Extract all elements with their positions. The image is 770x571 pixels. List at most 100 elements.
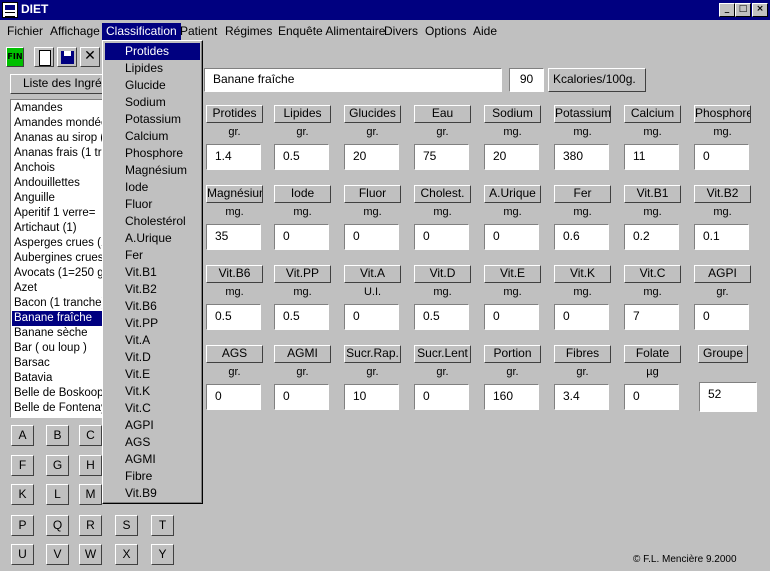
menu-classification[interactable]: Classification [102, 23, 181, 40]
list-item[interactable]: Andouillettes [12, 176, 104, 191]
delete-icon[interactable]: ✕ [80, 47, 100, 67]
nutrient-value-field[interactable]: 7 [624, 304, 679, 330]
nutrient-value-field[interactable]: 0.5 [274, 144, 329, 170]
classification-item[interactable]: Vit.B6 [105, 298, 200, 315]
letter-button-h[interactable]: H [79, 455, 102, 476]
nutrient-value-field[interactable]: 0 [414, 384, 469, 410]
list-item[interactable]: Belle de Fontenay [12, 401, 104, 416]
list-item[interactable]: Azet [12, 281, 104, 296]
list-item[interactable]: Ananas au sirop ( [12, 131, 104, 146]
classification-item[interactable]: Vit.K [105, 383, 200, 400]
list-item[interactable]: Amandes mondées [12, 116, 104, 131]
nutrient-value-field[interactable]: 20 [484, 144, 539, 170]
menu-patient[interactable]: Patient [176, 23, 221, 40]
list-item[interactable]: Ananas frais (1 tr [12, 146, 104, 161]
nutrient-value-field[interactable]: 3.4 [554, 384, 609, 410]
letter-button-f[interactable]: F [11, 455, 34, 476]
letter-button-q[interactable]: Q [46, 515, 69, 536]
nutrient-value-field[interactable]: 0.1 [694, 224, 749, 250]
nutrient-value-field[interactable]: 0 [694, 144, 749, 170]
save-icon[interactable] [57, 47, 77, 67]
letter-button-x[interactable]: X [115, 544, 138, 565]
nutrient-value-field[interactable]: 75 [414, 144, 469, 170]
nutrient-value-field[interactable]: 0 [414, 224, 469, 250]
classification-item[interactable]: Cholestérol [105, 213, 200, 230]
nutrient-value-field[interactable]: 11 [624, 144, 679, 170]
menu-fichier[interactable]: Fichier [3, 23, 47, 40]
list-item[interactable]: Banane fraîche [12, 311, 104, 326]
nutrient-value-field[interactable]: 20 [344, 144, 399, 170]
letter-button-b[interactable]: B [46, 425, 69, 446]
classification-item[interactable]: A.Urique [105, 230, 200, 247]
list-item[interactable]: Avocats (1=250 g [12, 266, 104, 281]
classification-item[interactable]: Calcium [105, 128, 200, 145]
nutrient-value-field[interactable]: 0 [624, 384, 679, 410]
nutrient-value-field[interactable]: 0.2 [624, 224, 679, 250]
nutrient-value-field[interactable]: 1.4 [206, 144, 261, 170]
nutrient-value-field[interactable]: 380 [554, 144, 609, 170]
nutrient-value-field[interactable]: 0 [554, 304, 609, 330]
nutrient-value-field[interactable]: 0 [274, 384, 329, 410]
nutrient-value-field[interactable]: 0.5 [206, 304, 261, 330]
classification-item[interactable]: Magnésium [105, 162, 200, 179]
nutrient-value-field[interactable]: 52 [699, 382, 757, 412]
letter-button-v[interactable]: V [46, 544, 69, 565]
classification-item[interactable]: Potassium [105, 111, 200, 128]
food-name-field[interactable]: Banane fraîche [204, 68, 502, 92]
classification-item[interactable]: Fer [105, 247, 200, 264]
classification-dropdown[interactable]: Protides Lipides Glucide Sodium Potassium Cal… [102, 40, 203, 504]
nutrient-value-field[interactable]: 0 [484, 224, 539, 250]
classification-item[interactable]: Fluor [105, 196, 200, 213]
nutrient-value-field[interactable]: 10 [344, 384, 399, 410]
classification-item[interactable]: Iode [105, 179, 200, 196]
maximize-button[interactable]: □ [735, 3, 751, 17]
ingredients-list-header[interactable]: Liste des Ingrédients [10, 74, 110, 94]
classification-item[interactable]: Sodium [105, 94, 200, 111]
app-icon[interactable] [2, 2, 18, 18]
minimize-button[interactable]: _ [719, 3, 735, 17]
nutrient-value-field[interactable]: 0.5 [274, 304, 329, 330]
nutrient-value-field[interactable]: 0 [694, 304, 749, 330]
letter-button-k[interactable]: K [11, 484, 34, 505]
menu-aide[interactable]: Aide [469, 23, 501, 40]
list-item[interactable]: Asperges crues (1 [12, 236, 104, 251]
list-item[interactable]: Batavia [12, 371, 104, 386]
letter-button-y[interactable]: Y [151, 544, 174, 565]
classification-item[interactable]: AGPI [105, 417, 200, 434]
classification-item[interactable]: Vit.B9 [105, 485, 200, 502]
kcal-value-field[interactable]: 90 [509, 68, 544, 92]
menu-enquête-alimentaire[interactable]: Enquête Alimentaire [274, 23, 389, 40]
classification-item[interactable]: Phosphore [105, 145, 200, 162]
classification-item[interactable]: Glucide [105, 77, 200, 94]
classification-item[interactable]: AGMI [105, 451, 200, 468]
fin-button[interactable]: FIN [6, 47, 24, 67]
list-item[interactable]: Anchois [12, 161, 104, 176]
classification-item[interactable]: Vit.C [105, 400, 200, 417]
menu-divers[interactable]: Divers [380, 23, 422, 40]
classification-item[interactable]: Vit.B1 [105, 264, 200, 281]
nutrient-value-field[interactable]: 0 [274, 224, 329, 250]
letter-button-w[interactable]: W [79, 544, 102, 565]
letter-button-r[interactable]: R [79, 515, 102, 536]
classification-item[interactable]: Vit.B2 [105, 281, 200, 298]
list-item[interactable]: Banane sèche [12, 326, 104, 341]
nutrient-value-field[interactable]: 0 [206, 384, 261, 410]
nutrient-value-field[interactable]: 0 [344, 224, 399, 250]
list-item[interactable]: Aperitif 1 verre= [12, 206, 104, 221]
classification-item[interactable]: Lipides [105, 60, 200, 77]
nutrient-value-field[interactable]: 35 [206, 224, 261, 250]
menu-régimes[interactable]: Régimes [221, 23, 276, 40]
classification-item[interactable]: AGS [105, 434, 200, 451]
letter-button-u[interactable]: U [11, 544, 34, 565]
nutrient-value-field[interactable]: 0.6 [554, 224, 609, 250]
classification-item[interactable]: Vit.D [105, 349, 200, 366]
letter-button-a[interactable]: A [11, 425, 34, 446]
menu-options[interactable]: Options [421, 23, 470, 40]
list-item[interactable]: Anguille [12, 191, 104, 206]
title-bar[interactable]: DIET _ □ × [0, 0, 770, 20]
nutrient-value-field[interactable]: 0 [484, 304, 539, 330]
menu-affichage[interactable]: Affichage [46, 23, 104, 40]
letter-button-c[interactable]: C [79, 425, 102, 446]
classification-item[interactable]: Protides [105, 43, 200, 60]
ingredients-listbox[interactable]: Amandes Amandes mondées Ananas au sirop (A… [10, 99, 105, 418]
